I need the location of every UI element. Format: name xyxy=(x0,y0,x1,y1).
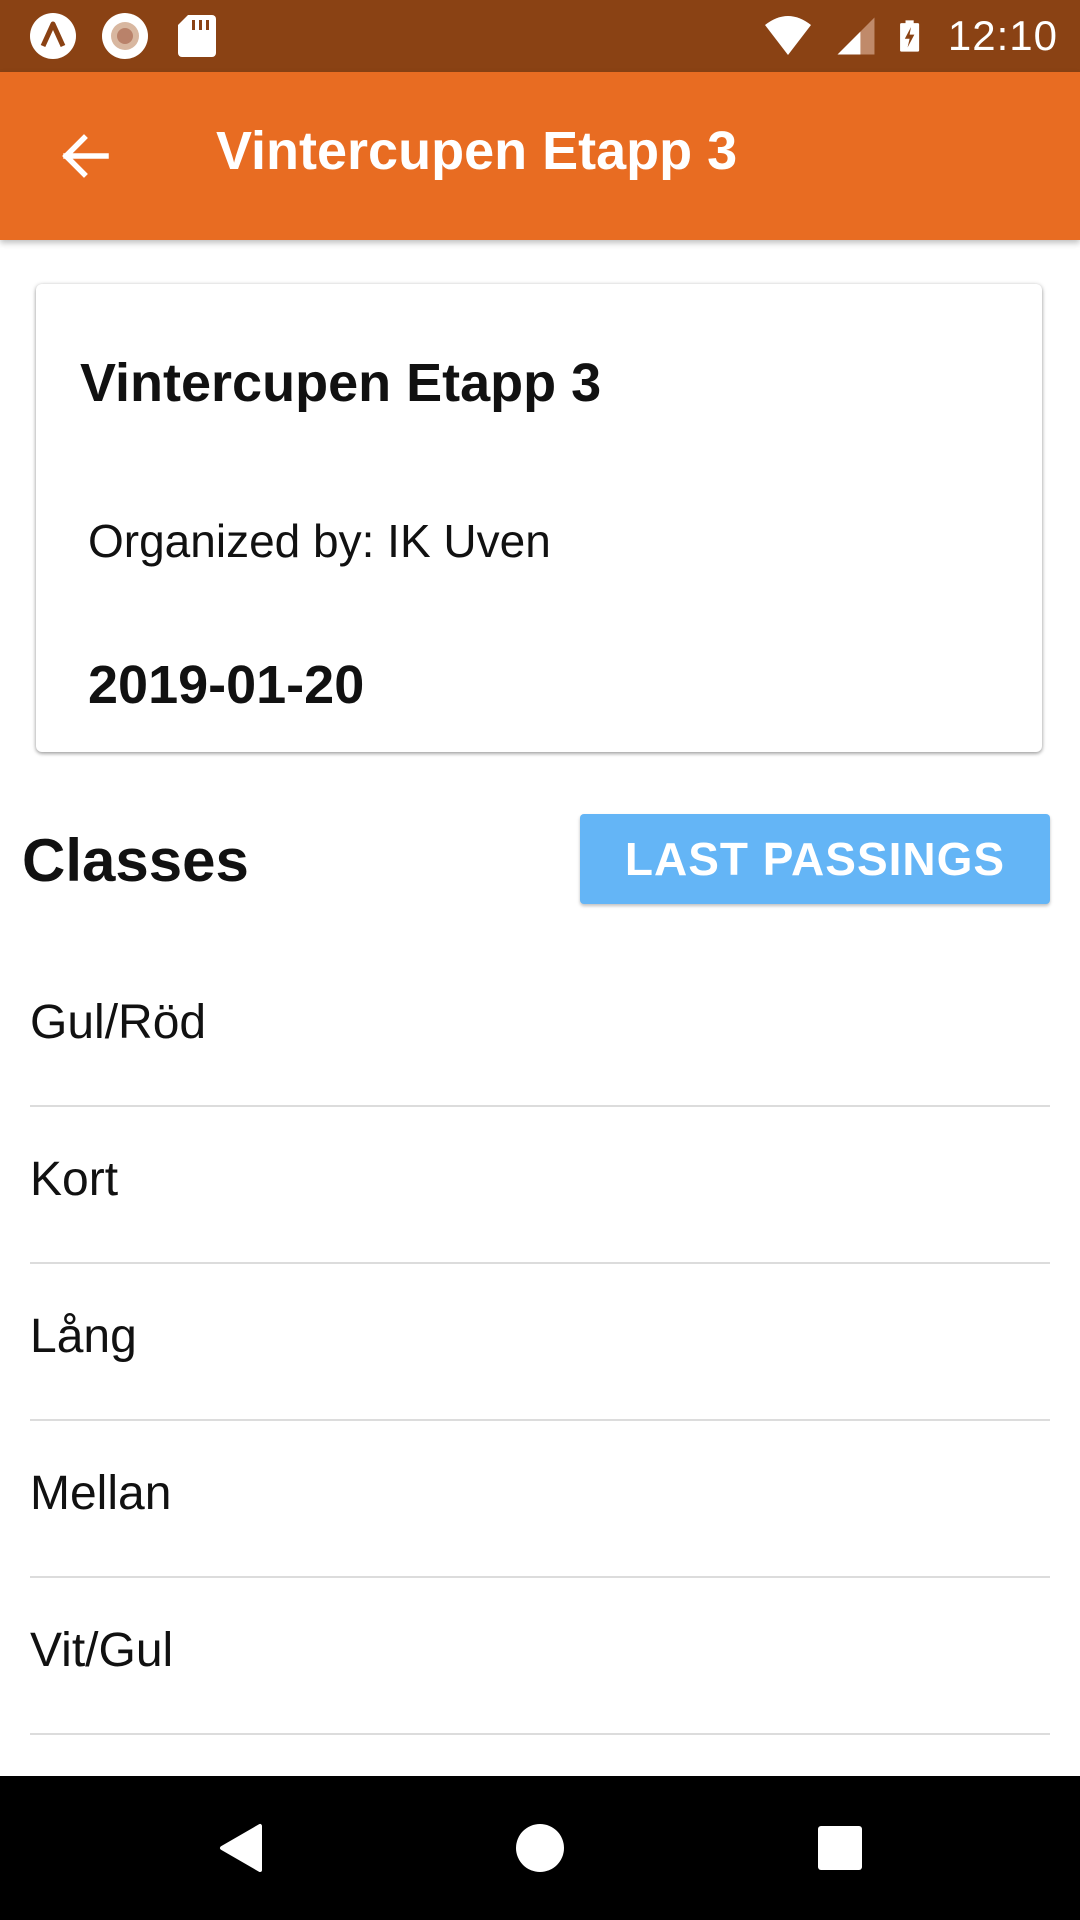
competition-info-card: Vintercupen Etapp 3 Organized by: IK Uve… xyxy=(36,284,1042,752)
class-label: Mellan xyxy=(30,1467,172,1520)
competition-name: Vintercupen Etapp 3 xyxy=(80,353,602,413)
competition-date: 2019-01-20 xyxy=(88,655,365,715)
app-launcher-icon xyxy=(30,13,76,59)
home-circle-icon xyxy=(516,1824,564,1872)
wifi-icon xyxy=(764,16,811,55)
recents-square-icon xyxy=(818,1826,862,1870)
class-label: Lång xyxy=(30,1310,137,1363)
nav-recents-button[interactable] xyxy=(808,1816,872,1880)
clock-time: 12:10 xyxy=(947,12,1058,59)
last-passings-button[interactable]: LAST PASSINGS xyxy=(580,814,1050,904)
page-title: Vintercupen Etapp 3 xyxy=(216,121,738,181)
class-list-item[interactable]: Lång xyxy=(30,1264,1050,1421)
classes-heading: Classes xyxy=(22,827,249,894)
class-list: Gul/Röd Kort Lång Mellan Vit/Gul xyxy=(30,950,1050,1735)
back-button[interactable] xyxy=(50,122,118,190)
arrow-back-icon xyxy=(62,134,109,178)
class-label: Gul/Röd xyxy=(30,996,207,1049)
class-list-item[interactable]: Vit/Gul xyxy=(30,1578,1050,1735)
class-label: Kort xyxy=(30,1153,119,1206)
class-label: Vit/Gul xyxy=(30,1624,174,1677)
sd-card-icon xyxy=(178,15,216,57)
class-list-item[interactable]: Kort xyxy=(30,1107,1050,1264)
battery-charging-icon xyxy=(899,20,920,52)
back-triangle-icon xyxy=(220,1824,262,1872)
app-bar: Vintercupen Etapp 3 xyxy=(0,72,1080,240)
record-icon xyxy=(102,13,148,59)
status-bar: 12:10 xyxy=(0,0,1080,72)
class-list-item[interactable]: Mellan xyxy=(30,1421,1050,1578)
cell-signal-icon xyxy=(837,17,875,55)
nav-home-button[interactable] xyxy=(508,1816,572,1880)
class-list-item[interactable]: Gul/Röd xyxy=(30,950,1050,1107)
navigation-bar xyxy=(0,1776,1080,1920)
competition-organizer: Organized by: IK Uven xyxy=(88,515,551,567)
nav-back-button[interactable] xyxy=(208,1816,272,1880)
